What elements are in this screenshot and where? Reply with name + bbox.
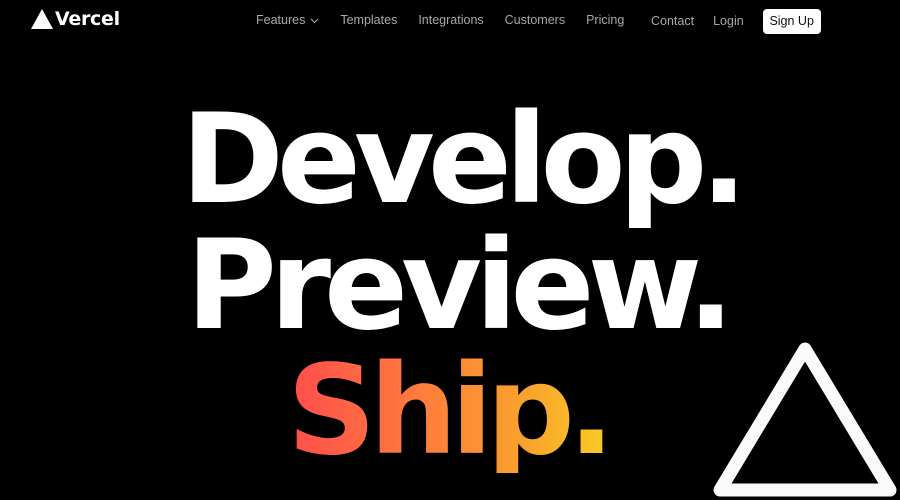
hero-section: Develop. Preview. Ship. <box>0 0 900 500</box>
hero-headline-ship: Ship. <box>287 339 615 483</box>
hero-headline-preview: Preview. <box>186 214 734 358</box>
outline-triangle-icon <box>713 342 897 497</box>
page: Vercel Features Templates Integrations C… <box>0 0 900 500</box>
hero-headline-develop: Develop. <box>181 88 748 232</box>
